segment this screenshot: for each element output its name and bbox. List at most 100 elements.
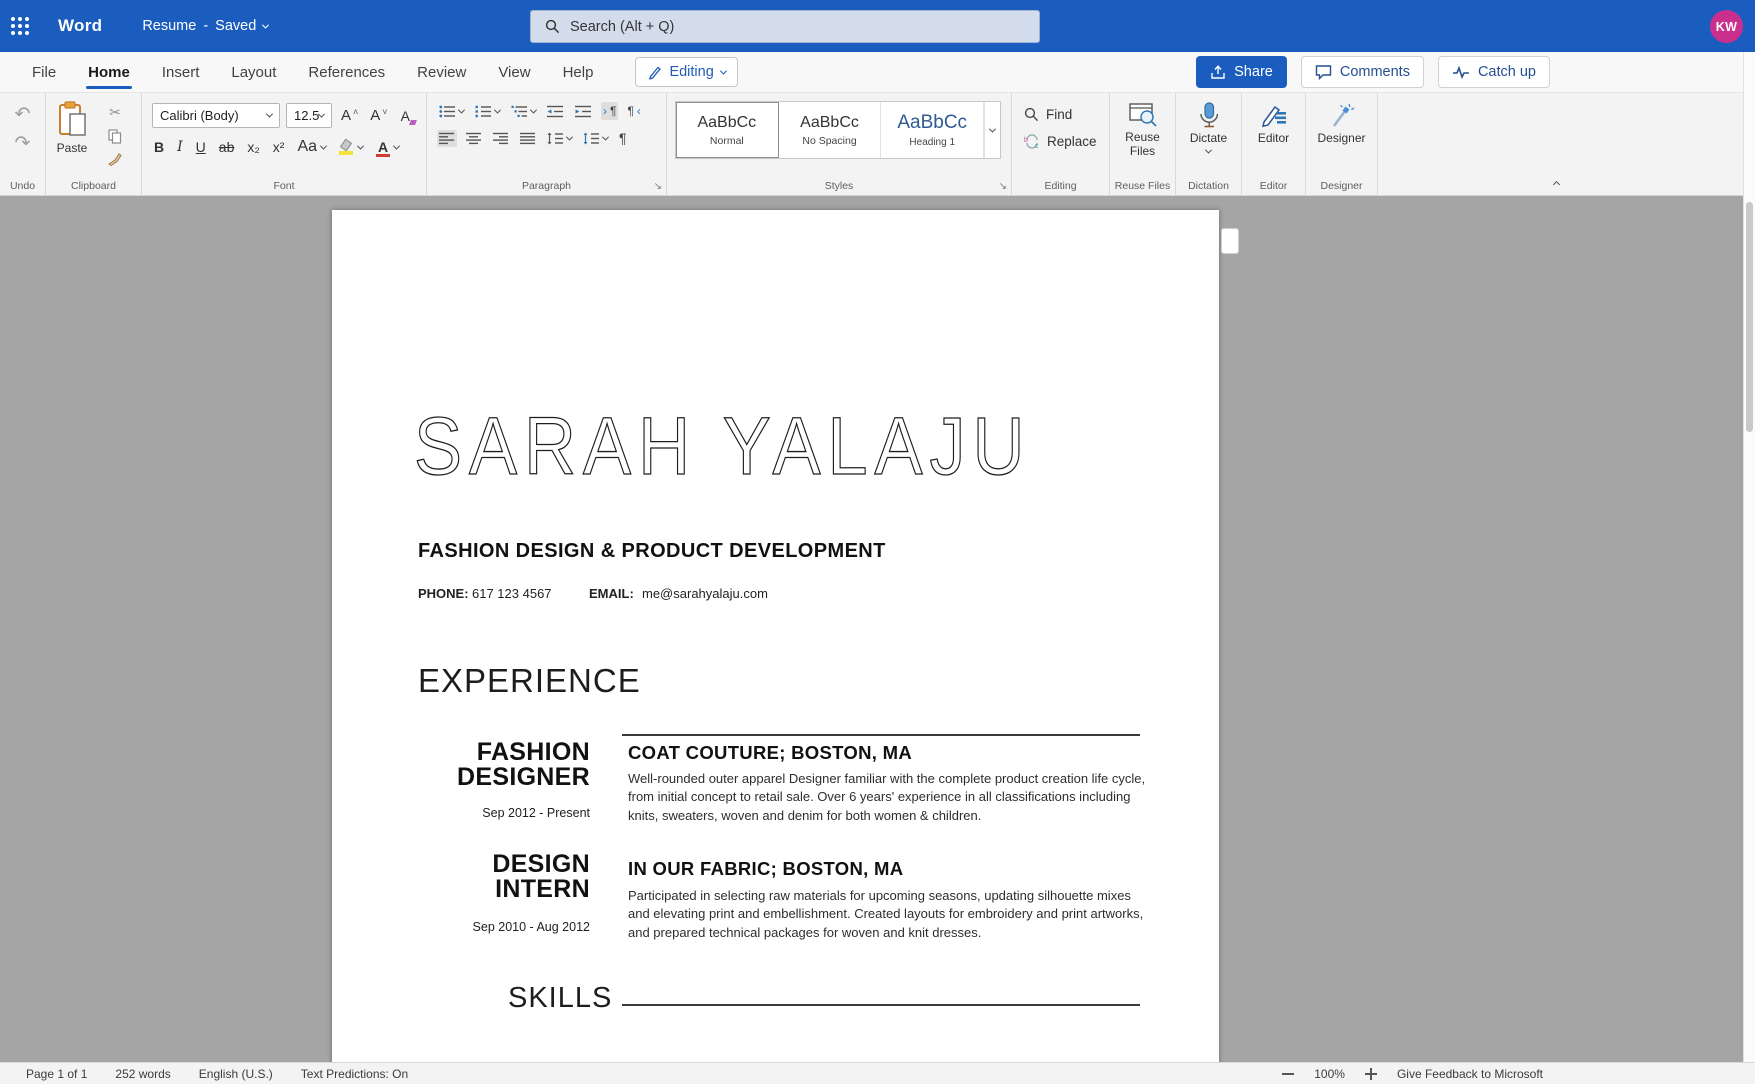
job-title-line: DESIGNER xyxy=(457,763,590,791)
justify-button[interactable] xyxy=(518,130,538,147)
editing-mode-button[interactable]: Editing xyxy=(635,57,737,87)
grow-font-button[interactable]: A˄ xyxy=(338,105,361,126)
numbered-list-icon xyxy=(475,105,492,118)
dictate-button[interactable]: Dictate xyxy=(1176,93,1241,154)
tab-review[interactable]: Review xyxy=(401,54,482,91)
bold-button[interactable]: B xyxy=(154,139,164,155)
tab-file[interactable]: File xyxy=(16,54,72,91)
search-box[interactable] xyxy=(530,10,1040,43)
paragraph-group: ›¶ ¶‹ xyxy=(427,93,667,195)
zoom-level[interactable]: 100% xyxy=(1314,1067,1345,1081)
search-input[interactable] xyxy=(570,19,990,35)
avatar[interactable]: KW xyxy=(1710,10,1743,43)
style-normal[interactable]: AaBbCc Normal xyxy=(676,102,779,158)
left-to-right-button[interactable]: ›¶ xyxy=(601,102,618,120)
word-online-app: Word Resume - Saved KW File Home Insert … xyxy=(0,0,1755,1084)
feedback-link[interactable]: Give Feedback to Microsoft xyxy=(1397,1067,1543,1081)
tab-insert[interactable]: Insert xyxy=(146,54,216,91)
resume-subtitle: FASHION DESIGN & PRODUCT DEVELOPMENT xyxy=(418,540,886,563)
font-size-select[interactable]: 12.5 xyxy=(286,103,332,128)
designer-button[interactable]: Designer xyxy=(1306,93,1377,146)
text-highlight-button[interactable] xyxy=(339,140,363,155)
align-left-button[interactable] xyxy=(437,130,457,147)
undo-button[interactable]: ↶ xyxy=(15,105,31,124)
style-no-spacing[interactable]: AaBbCc No Spacing xyxy=(779,102,882,158)
group-label-paragraph: Paragraph xyxy=(427,180,666,192)
styles-gallery-expand[interactable] xyxy=(984,102,1000,158)
reuse-files-button[interactable]: Reuse Files xyxy=(1110,93,1175,159)
catch-up-button[interactable]: Catch up xyxy=(1438,56,1550,88)
app-name[interactable]: Word xyxy=(58,16,102,36)
font-name-select[interactable]: Calibri (Body) xyxy=(152,103,280,128)
multilevel-list-button[interactable] xyxy=(509,103,538,120)
vertical-scrollbar[interactable] xyxy=(1743,52,1755,1062)
group-label-styles: Styles xyxy=(667,180,1011,192)
comments-button[interactable]: Comments xyxy=(1301,56,1424,88)
dictate-label: Dictate xyxy=(1190,132,1227,146)
tab-view[interactable]: View xyxy=(482,54,546,91)
app-launcher-button[interactable] xyxy=(0,0,40,52)
replace-button[interactable]: b c Replace xyxy=(1024,134,1109,149)
multilevel-list-icon xyxy=(511,105,528,118)
font-color-button[interactable]: A xyxy=(376,139,399,155)
show-formatting-button[interactable]: ¶ xyxy=(617,128,629,148)
align-right-button[interactable] xyxy=(491,130,511,147)
group-label-designer: Designer xyxy=(1306,180,1377,192)
word-count[interactable]: 252 words xyxy=(115,1067,170,1081)
collapse-ribbon-button[interactable] xyxy=(1553,181,1560,188)
tab-home[interactable]: Home xyxy=(72,54,146,91)
style-preview: AaBbCc xyxy=(697,114,756,132)
document-canvas[interactable]: SARAH YALAJU FASHION DESIGN & PRODUCT DE… xyxy=(0,196,1755,1062)
clear-formatting-button[interactable]: A xyxy=(397,106,414,126)
redo-button[interactable]: ↷ xyxy=(15,134,31,153)
paragraph-spacing-button[interactable] xyxy=(581,130,610,147)
paste-button[interactable]: Paste xyxy=(46,101,98,166)
tab-help[interactable]: Help xyxy=(547,54,610,91)
align-center-button[interactable] xyxy=(464,130,484,147)
group-label-undo: Undo xyxy=(0,180,45,192)
style-preview: AaBbCc xyxy=(800,114,859,132)
underline-button[interactable]: U xyxy=(196,139,206,155)
copy-button[interactable] xyxy=(108,129,122,144)
cut-button[interactable]: ✂ xyxy=(109,104,121,121)
job-title-line: DESIGN xyxy=(492,850,590,878)
bullet-list-button[interactable] xyxy=(437,103,466,120)
zoom-out-button[interactable] xyxy=(1282,1068,1294,1080)
change-case-button[interactable]: Aa xyxy=(297,138,326,156)
right-to-left-button[interactable]: ¶‹ xyxy=(625,102,642,120)
font-size-value: 12.5 xyxy=(294,108,319,123)
editor-button[interactable]: Editor xyxy=(1242,93,1305,146)
document-name[interactable]: Resume xyxy=(142,18,196,34)
document-title-cluster[interactable]: Resume - Saved xyxy=(142,18,268,34)
tab-layout[interactable]: Layout xyxy=(215,54,292,91)
margin-comment-button[interactable] xyxy=(1221,228,1239,254)
strikethrough-button[interactable]: ab xyxy=(219,139,235,155)
subscript-button[interactable]: x₂ xyxy=(247,139,259,155)
decrease-indent-button[interactable] xyxy=(545,103,566,120)
editing-group: Find b c Replace Editing xyxy=(1012,93,1110,195)
save-status[interactable]: Saved xyxy=(215,18,256,34)
format-painter-button[interactable] xyxy=(107,152,123,166)
page-indicator[interactable]: Page 1 of 1 xyxy=(26,1067,87,1081)
numbered-list-button[interactable] xyxy=(473,103,502,120)
italic-button[interactable]: I xyxy=(177,139,183,155)
language-indicator[interactable]: English (U.S.) xyxy=(199,1067,273,1081)
shrink-font-button[interactable]: A˅ xyxy=(367,105,390,126)
line-spacing-button[interactable] xyxy=(545,130,574,147)
style-heading-1[interactable]: AaBbCc Heading 1 xyxy=(881,102,984,158)
superscript-button[interactable]: x² xyxy=(273,139,285,155)
document-page[interactable]: SARAH YALAJU FASHION DESIGN & PRODUCT DE… xyxy=(332,210,1219,1062)
find-button[interactable]: Find xyxy=(1024,107,1109,122)
style-name: No Spacing xyxy=(802,135,856,147)
tab-references[interactable]: References xyxy=(292,54,401,91)
scrollbar-thumb[interactable] xyxy=(1746,202,1753,432)
share-button[interactable]: Share xyxy=(1196,56,1287,88)
group-label-clipboard: Clipboard xyxy=(46,180,141,192)
eraser-icon xyxy=(409,120,417,125)
statusbar: Page 1 of 1 252 words English (U.S.) Tex… xyxy=(0,1062,1755,1084)
editor-pencil-icon xyxy=(1260,102,1288,129)
text-predictions-toggle[interactable]: Text Predictions: On xyxy=(301,1067,408,1081)
zoom-in-button[interactable] xyxy=(1365,1068,1377,1080)
titlebar: Word Resume - Saved KW xyxy=(0,0,1755,52)
increase-indent-button[interactable] xyxy=(573,103,594,120)
